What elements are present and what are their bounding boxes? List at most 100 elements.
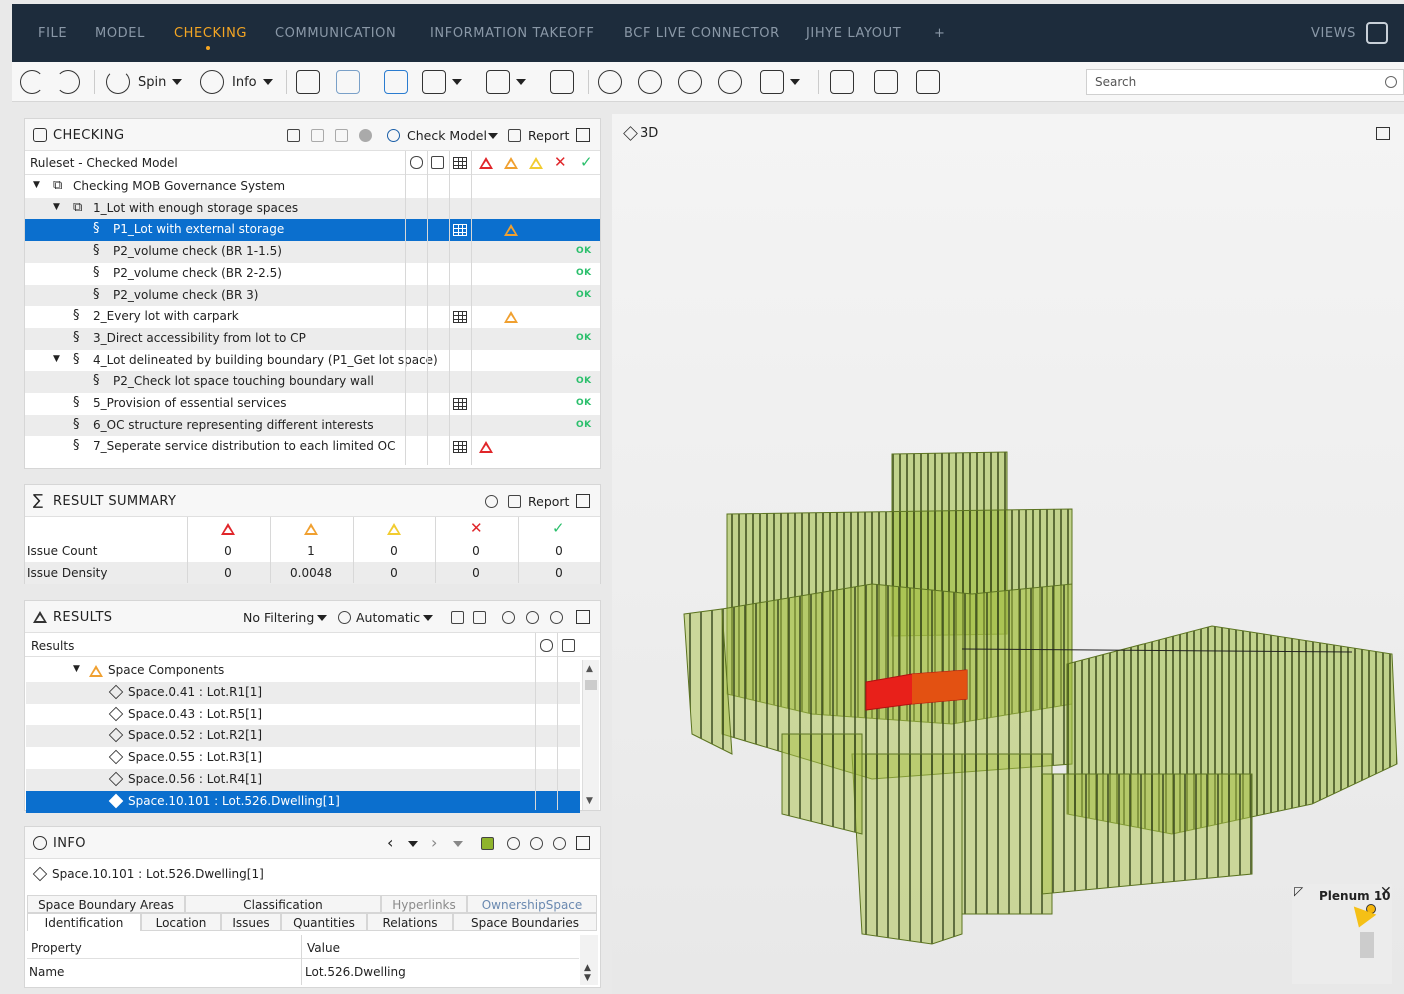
scroll-thumb[interactable] bbox=[585, 680, 597, 690]
table-icon[interactable] bbox=[453, 398, 467, 410]
stop-icon[interactable] bbox=[359, 129, 372, 142]
result-row[interactable]: Space.10.101 : Lot.526.Dwelling[1] bbox=[26, 790, 580, 813]
settings-icon[interactable] bbox=[485, 495, 498, 508]
mode-dropdown[interactable]: Automatic bbox=[356, 610, 420, 625]
maximize-icon[interactable] bbox=[576, 610, 590, 624]
floor-plan-button[interactable] bbox=[830, 70, 854, 94]
rule-row[interactable]: § 5_Provision of essential services OK bbox=[25, 393, 600, 415]
results-scrollbar[interactable]: ▲ ▼ bbox=[582, 660, 599, 810]
download-all-icon[interactable] bbox=[335, 129, 348, 142]
menu-information-takeoff[interactable]: INFORMATION TAKEOFF bbox=[430, 26, 594, 41]
next-icon[interactable]: › bbox=[431, 833, 437, 852]
add-issue-icon[interactable] bbox=[507, 837, 520, 850]
menu-communication[interactable]: COMMUNICATION bbox=[275, 26, 396, 41]
result-row[interactable]: Space.0.56 : Lot.R4[1] bbox=[26, 769, 580, 791]
tab-classification[interactable]: Classification bbox=[185, 895, 381, 913]
rule-row[interactable]: § 2_Every lot with carpark bbox=[25, 306, 600, 328]
scroll-down-icon[interactable]: ▼ bbox=[586, 796, 593, 806]
redo-button[interactable] bbox=[56, 70, 80, 94]
close-icon[interactable]: ✕ bbox=[1380, 884, 1392, 900]
tab-ownership-space[interactable]: OwnershipSpace bbox=[467, 895, 597, 913]
color-components-icon[interactable] bbox=[481, 837, 494, 850]
expand-toggle-icon[interactable]: ▼ bbox=[53, 354, 60, 364]
tab-location[interactable]: Location bbox=[141, 913, 221, 931]
rule-row[interactable]: § P1_Lot with external storage bbox=[25, 219, 600, 242]
table-icon[interactable] bbox=[453, 224, 467, 237]
menu-checking[interactable]: CHECKING bbox=[174, 26, 247, 41]
add-presentation-icon[interactable] bbox=[550, 611, 563, 624]
zoom-in-button[interactable] bbox=[638, 70, 662, 94]
tree-view-icon[interactable] bbox=[451, 611, 464, 624]
expand-toggle-icon[interactable]: ▼ bbox=[53, 202, 60, 212]
box-button[interactable] bbox=[486, 70, 526, 94]
rule-row[interactable]: § 3_Direct accessibility from lot to CP OK bbox=[25, 327, 600, 350]
minimap[interactable]: ◸ Plenum 10 ✕ bbox=[1292, 884, 1392, 984]
search-icon[interactable] bbox=[1385, 76, 1397, 88]
info-button[interactable]: Info bbox=[200, 70, 273, 94]
tab-space-boundaries[interactable]: Space Boundaries bbox=[453, 913, 597, 931]
zoom-fit-button[interactable] bbox=[598, 70, 622, 94]
expand-toggle-icon[interactable]: ▼ bbox=[33, 180, 40, 190]
spin-down-icon[interactable]: ▼ bbox=[584, 973, 591, 983]
info-scrollbar[interactable]: ▲ ▼ bbox=[580, 935, 598, 985]
add-slide-icon[interactable] bbox=[526, 611, 539, 624]
check-model-button[interactable]: Check Model bbox=[407, 128, 487, 143]
expand-toggle-icon[interactable]: ▼ bbox=[73, 664, 80, 674]
isolate-button[interactable] bbox=[384, 70, 408, 94]
download-icon[interactable] bbox=[311, 129, 324, 142]
section-box-button[interactable] bbox=[550, 70, 574, 94]
rule-row[interactable]: § P2_Check lot space touching boundary wa… bbox=[25, 371, 600, 393]
zoom-out-button[interactable] bbox=[678, 70, 702, 94]
rule-row[interactable]: ▼ § 4_Lot delineated by building boundary … bbox=[25, 350, 600, 372]
layers-button[interactable] bbox=[916, 70, 940, 94]
tab-relations[interactable]: Relations bbox=[367, 913, 453, 931]
add-presentation-icon[interactable] bbox=[553, 837, 566, 850]
undo-button[interactable] bbox=[20, 70, 44, 94]
views-menu[interactable]: VIEWS bbox=[1311, 26, 1356, 41]
collapse-icon[interactable]: ◸ bbox=[1294, 884, 1303, 898]
result-row[interactable]: Space.0.55 : Lot.R3[1] bbox=[26, 747, 580, 769]
tab-quantities[interactable]: Quantities bbox=[281, 913, 367, 931]
highlighted-space[interactable] bbox=[912, 670, 967, 704]
tab-identification[interactable]: Identification bbox=[27, 913, 141, 931]
add-tab-button[interactable]: + bbox=[934, 26, 946, 41]
previous-icon[interactable]: ‹ bbox=[387, 833, 393, 852]
chevron-down-icon[interactable] bbox=[408, 841, 418, 847]
map-button[interactable] bbox=[874, 70, 898, 94]
add-issue-icon[interactable] bbox=[502, 611, 515, 624]
chevron-down-icon[interactable] bbox=[423, 615, 433, 621]
menu-file[interactable]: FILE bbox=[38, 26, 67, 41]
views-icon[interactable] bbox=[1366, 22, 1388, 44]
tab-issues[interactable]: Issues bbox=[221, 913, 281, 931]
chevron-down-icon[interactable] bbox=[453, 841, 463, 847]
tab-hyperlinks[interactable]: Hyperlinks bbox=[381, 895, 467, 913]
show-components-button[interactable] bbox=[296, 70, 320, 94]
hide-components-button[interactable] bbox=[336, 70, 360, 94]
report-button[interactable]: Report bbox=[528, 128, 569, 143]
maximize-icon[interactable] bbox=[576, 128, 590, 142]
result-row[interactable]: Space.0.43 : Lot.R5[1] bbox=[26, 704, 580, 726]
result-row[interactable]: Space.0.52 : Lot.R2[1] bbox=[26, 725, 580, 748]
add-slide-icon[interactable] bbox=[530, 837, 543, 850]
property-row[interactable]: Name Lot.526.Dwelling bbox=[27, 961, 579, 983]
viewport-3d[interactable]: 3D ◸ Plenum 10 ✕ bbox=[612, 114, 1404, 994]
search-input[interactable]: Search bbox=[1086, 69, 1404, 95]
rule-row[interactable]: § 7_Seperate service distribution to each… bbox=[25, 436, 600, 458]
maximize-icon[interactable] bbox=[576, 494, 590, 508]
rule-row[interactable]: § P2_volume check (BR 1-1.5) OK bbox=[25, 241, 600, 263]
menu-bcf-live-connector[interactable]: BCF LIVE CONNECTOR bbox=[624, 26, 780, 41]
spin-button[interactable]: Spin bbox=[106, 70, 183, 94]
chevron-down-icon[interactable] bbox=[317, 615, 327, 621]
spin-up-icon[interactable]: ▲ bbox=[584, 963, 591, 973]
table-icon[interactable] bbox=[453, 441, 467, 454]
chevron-down-icon[interactable] bbox=[488, 133, 498, 139]
filter-dropdown[interactable]: No Filtering bbox=[243, 610, 314, 625]
rule-row[interactable]: § 6_OC structure representing different i… bbox=[25, 414, 600, 437]
building-model[interactable] bbox=[612, 114, 1404, 994]
rule-row[interactable]: ▼ ⧉ Checking MOB Governance System bbox=[25, 176, 600, 198]
rule-row[interactable]: § P2_volume check (BR 3) OK bbox=[25, 284, 600, 307]
result-row[interactable]: Space.0.41 : Lot.R1[1] bbox=[26, 681, 580, 704]
rule-row[interactable]: ▼ ⧉ 1_Lot with enough storage spaces bbox=[25, 197, 600, 220]
summary-report-button[interactable]: Report bbox=[528, 494, 569, 509]
maximize-icon[interactable] bbox=[576, 836, 590, 850]
